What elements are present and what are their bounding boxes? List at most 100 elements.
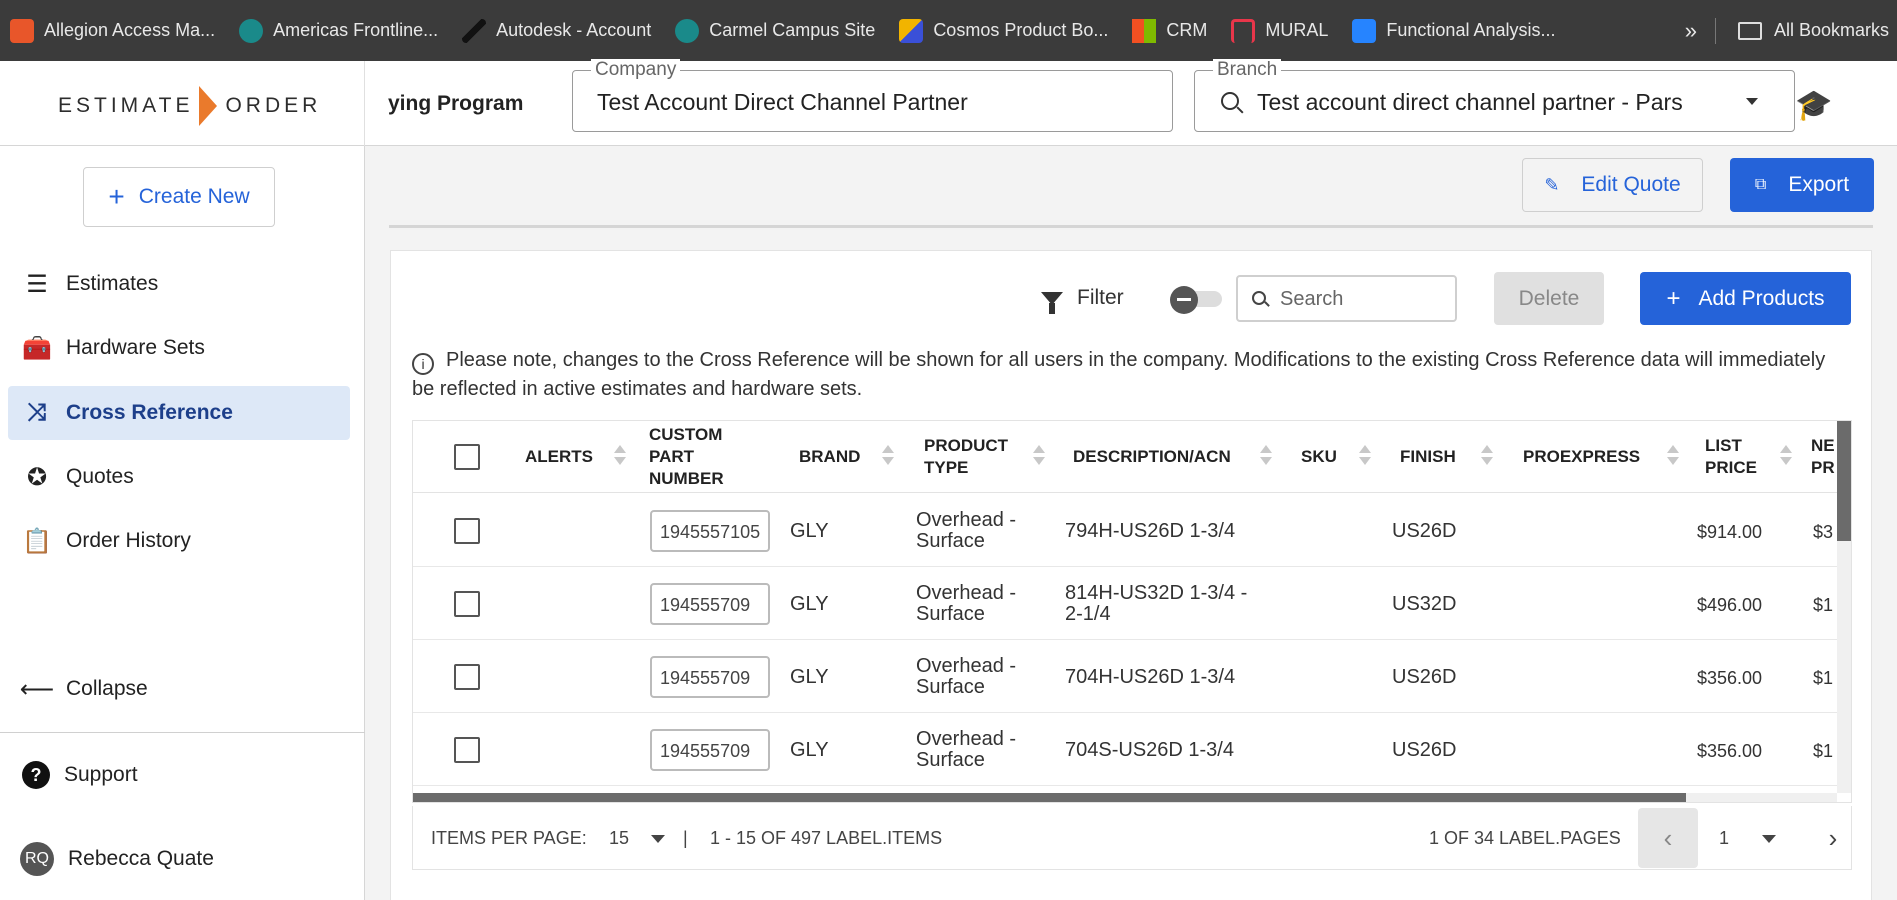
branch-value: Test account direct channel partner - Pa…: [1257, 89, 1683, 115]
vertical-scroll-thumb[interactable]: [1837, 421, 1851, 541]
company-label: Company: [591, 59, 681, 81]
all-bookmarks-button[interactable]: All Bookmarks: [1774, 20, 1889, 41]
column-description[interactable]: DESCRIPTION/ACN: [1073, 421, 1231, 493]
bookmark-allegion[interactable]: Allegion Access Ma...: [10, 18, 215, 43]
user-menu[interactable]: RQ Rebecca Quate: [8, 832, 350, 886]
items-per-page-label: ITEMS PER PAGE:: [431, 828, 587, 848]
sidebar-item-cross-reference[interactable]: ⤨ Cross Reference: [8, 386, 350, 440]
current-page-select[interactable]: 1: [1719, 828, 1729, 849]
table-row[interactable]: 194555709 GLY Overhead - Surface 814H-US3…: [413, 567, 1837, 640]
brand-cell: GLY: [790, 520, 829, 542]
sort-icon[interactable]: [1779, 445, 1793, 467]
bookmark-americas-frontline[interactable]: Americas Frontline...: [239, 18, 438, 43]
table-header: ALERTS CUSTOM PART NUMBER BRAND PRODUCT …: [413, 421, 1837, 493]
sort-icon[interactable]: [1666, 445, 1680, 467]
toggle-switch[interactable]: [1170, 286, 1222, 314]
external-link-icon: ⧉: [1754, 176, 1767, 193]
description-cell: 704S-US26D 1-3/4: [1065, 739, 1234, 761]
row-checkbox[interactable]: [454, 591, 480, 617]
column-brand[interactable]: BRAND: [799, 421, 860, 493]
column-product-type[interactable]: PRODUCT TYPE: [924, 421, 1008, 493]
toolbox-icon: 🧰: [22, 334, 52, 362]
search-field[interactable]: [1236, 275, 1457, 322]
sidebar-item-estimates[interactable]: ☰ Estimates: [8, 257, 350, 311]
horizontal-scroll-thumb[interactable]: [413, 793, 1686, 802]
export-button[interactable]: ⧉ Export: [1730, 158, 1874, 212]
cosmos-icon: [899, 18, 924, 43]
company-field[interactable]: Company Test Account Direct Channel Part…: [572, 59, 1173, 132]
custom-part-number-input[interactable]: 1945557105: [650, 510, 770, 552]
chevron-down-icon[interactable]: [651, 835, 665, 843]
column-list-price[interactable]: LIST PRICE: [1705, 421, 1757, 493]
column-sku[interactable]: SKU: [1301, 421, 1337, 493]
app-header: ESTIMATE ORDER ying Program Company Test…: [0, 59, 1897, 146]
clipboard-icon: 📋: [22, 527, 52, 555]
estimate-order-logo[interactable]: ESTIMATE ORDER: [58, 86, 321, 126]
select-all-checkbox[interactable]: [454, 444, 480, 470]
next-page-button[interactable]: ›: [1808, 808, 1858, 868]
bookmark-cosmos[interactable]: Cosmos Product Bo...: [899, 18, 1108, 43]
sharepoint-icon: [675, 18, 700, 43]
bookmark-autodesk[interactable]: Autodesk - Account: [462, 18, 651, 43]
support-button[interactable]: ? Support: [8, 748, 350, 802]
collapse-button[interactable]: ⟵ Collapse: [8, 662, 350, 716]
sort-icon[interactable]: [881, 445, 895, 467]
bookmark-carmel-campus[interactable]: Carmel Campus Site: [675, 18, 875, 43]
custom-part-number-input[interactable]: 194555709: [650, 583, 770, 625]
bookmark-mural[interactable]: MURAL: [1231, 18, 1328, 43]
horizontal-scrollbar[interactable]: [413, 793, 1837, 802]
sort-icon[interactable]: [1480, 445, 1494, 467]
sort-icon[interactable]: [1259, 445, 1273, 467]
info-icon: i: [412, 353, 434, 375]
custom-part-number-input[interactable]: 194555709: [650, 729, 770, 771]
net-price-cell: $1: [1813, 668, 1834, 688]
row-checkbox[interactable]: [454, 518, 480, 544]
search-input[interactable]: [1280, 285, 1450, 313]
sort-icon[interactable]: [1032, 445, 1046, 467]
custom-part-number-input[interactable]: 194555709: [650, 656, 770, 698]
sidebar-item-order-history[interactable]: 📋 Order History: [8, 514, 350, 568]
pager-separator: |: [683, 828, 688, 848]
bookmark-crm[interactable]: CRM: [1132, 18, 1207, 43]
bookmark-functional-analysis[interactable]: Functional Analysis...: [1352, 18, 1556, 43]
finish-cell: US26D: [1392, 520, 1457, 542]
vertical-scrollbar[interactable]: [1837, 421, 1851, 793]
branch-dropdown-icon[interactable]: [1746, 98, 1758, 105]
add-products-button[interactable]: + Add Products: [1640, 272, 1851, 325]
search-icon: [1221, 92, 1239, 110]
page-count: 1 OF 34 LABEL.PAGES: [1429, 828, 1621, 848]
table-row[interactable]: 1945557105 GLY Overhead - Surface 794H-US…: [413, 494, 1837, 567]
filter-button[interactable]: Filter: [1041, 286, 1124, 314]
company-value: Test Account Direct Channel Partner: [597, 89, 968, 115]
sort-icon[interactable]: [613, 445, 627, 467]
content-divider: [389, 225, 1873, 228]
table-row[interactable]: 194555709 GLY Overhead - Surface 704H-US2…: [413, 640, 1837, 713]
column-finish[interactable]: FINISH: [1400, 421, 1456, 493]
net-price-cell: $1: [1813, 741, 1834, 761]
column-proexpress[interactable]: PROEXPRESS: [1523, 421, 1640, 493]
chevron-down-icon[interactable]: [1762, 835, 1776, 843]
items-per-page-select[interactable]: 15: [609, 828, 629, 849]
column-alerts[interactable]: ALERTS: [525, 421, 593, 493]
edit-quote-button[interactable]: ✎ Edit Quote: [1522, 158, 1703, 212]
branch-field[interactable]: Branch Test account direct channel partn…: [1194, 59, 1795, 132]
row-checkbox[interactable]: [454, 737, 480, 763]
table-row[interactable]: 194555709 GLY Overhead - Surface 704S-US2…: [413, 713, 1837, 786]
search-icon: [1252, 291, 1266, 305]
row-checkbox[interactable]: [454, 664, 480, 690]
list-price-cell: $496.00: [1697, 595, 1763, 615]
create-new-button[interactable]: + Create New: [83, 167, 275, 227]
sidebar-item-quotes[interactable]: ✪ Quotes: [8, 450, 350, 504]
product-type-cell: Overhead - Surface: [916, 582, 1017, 625]
sidebar-item-hardware-sets[interactable]: 🧰 Hardware Sets: [8, 321, 350, 375]
more-bookmarks-button[interactable]: »: [1685, 18, 1697, 44]
microsoft-icon: [1132, 18, 1157, 43]
graduation-cap-icon[interactable]: 🎓: [1795, 88, 1832, 123]
mural-icon: [1231, 18, 1256, 43]
sort-icon[interactable]: [1358, 445, 1372, 467]
previous-page-button[interactable]: ‹: [1638, 808, 1698, 868]
column-custom-part-number[interactable]: CUSTOM PART NUMBER: [649, 421, 724, 493]
delete-button[interactable]: Delete: [1494, 272, 1604, 325]
column-net-price[interactable]: NE PR: [1811, 421, 1835, 493]
logo-chevron-icon: [199, 86, 218, 126]
